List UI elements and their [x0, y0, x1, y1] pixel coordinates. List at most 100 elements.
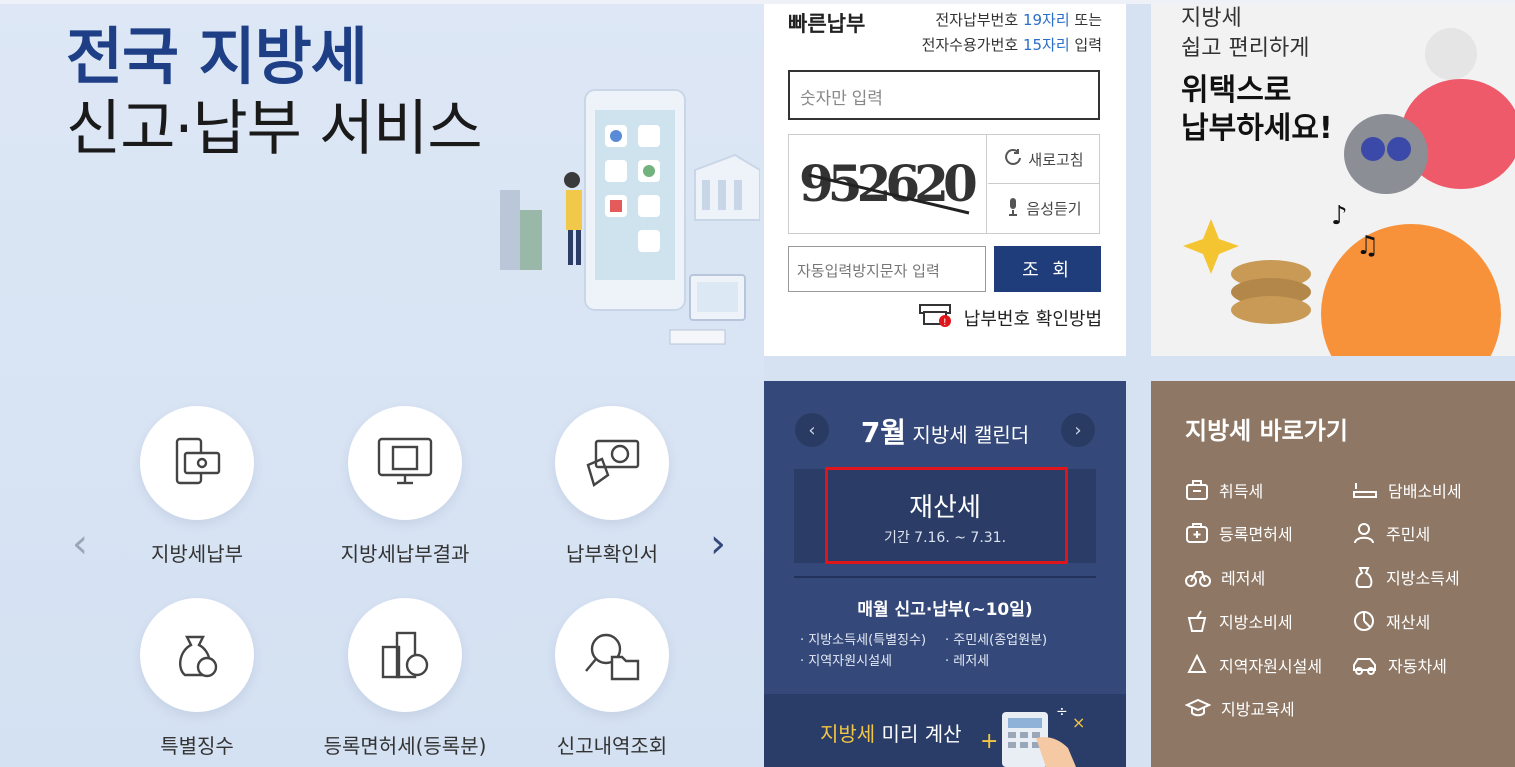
- calculator-highlight: 지방세: [820, 722, 876, 746]
- shortcut-label: 지역자원시설세: [1219, 657, 1323, 676]
- payment-number-input[interactable]: 숫자만 입력: [788, 70, 1100, 120]
- highlight-calendar-event: [825, 467, 1068, 564]
- monthly-tax-list: · 지방소득세(특별징수) · 주민세(종업원분) · 지역자원시설세 · 레저…: [800, 629, 1100, 669]
- svg-text:♪: ♪: [1331, 201, 1348, 231]
- hint-highlight: 15자리: [1022, 36, 1070, 54]
- refresh-icon: [1004, 148, 1022, 170]
- shortcut-label: 담배소비세: [1388, 482, 1462, 501]
- service-label: 지방세납부: [151, 542, 243, 566]
- svg-text:÷: ÷: [1056, 704, 1068, 720]
- shortcut-acquisition-tax[interactable]: 취득세: [1185, 478, 1263, 502]
- audio-label: 음성듣기: [1026, 200, 1082, 218]
- shortcut-label: 주민세: [1386, 525, 1431, 544]
- list-item-text: 지방소득세(특별징수): [808, 633, 927, 648]
- shortcut-vehicle-tax[interactable]: 자동차세: [1352, 653, 1447, 677]
- captcha-refresh-button[interactable]: 새로고침: [988, 135, 1100, 184]
- hero-illustration: [500, 89, 760, 345]
- service-special-collection[interactable]: 특별징수: [97, 598, 297, 759]
- refresh-label: 새로고침: [1028, 150, 1084, 169]
- calculator-label: 지방세 미리 계산: [820, 718, 962, 747]
- service-label: 등록면허세(등록분): [323, 734, 487, 758]
- shortcut-local-education-tax[interactable]: 지방교육세: [1185, 696, 1295, 720]
- money-bag-won-icon: [140, 598, 254, 712]
- calculator-text: 미리 계산: [875, 722, 962, 746]
- captcha-image: 952620: [789, 135, 987, 233]
- shortcut-leisure-tax[interactable]: 레저세: [1185, 565, 1265, 589]
- hint-text: 전자수용가번호: [921, 36, 1023, 54]
- service-label: 지방세납부결과: [340, 542, 470, 566]
- service-local-tax-payment[interactable]: 지방세납부: [97, 406, 297, 567]
- shortcuts-title: 지방세 바로가기: [1185, 417, 1348, 445]
- calendar-title: 지방세 캘린더: [906, 423, 1030, 447]
- car-icon: [1353, 658, 1376, 675]
- quick-pay-hint: 전자납부번호 19자리 또는 전자수용가번호 15자리 입력: [922, 8, 1102, 58]
- hero-subtitle: 신고·납부 서비스: [66, 94, 483, 164]
- calendar-month: 7월: [860, 416, 907, 449]
- service-report-history[interactable]: 신고내역조회: [512, 598, 712, 759]
- shortcut-label: 지방교육세: [1221, 700, 1295, 719]
- monthly-deadline-title: 매월 신고·납부(~10일): [857, 600, 1033, 620]
- service-payment-certificate[interactable]: 납부확인서: [512, 406, 712, 567]
- captcha-text: 952620: [799, 154, 976, 213]
- calendar-heading: 7월 지방세 캘린더: [764, 411, 1126, 451]
- list-item-text: 지역자원시설세: [808, 654, 892, 669]
- mascot-illustration: ♪ ♫: [1183, 28, 1515, 356]
- tax-calculator-banner[interactable]: 지방세 미리 계산 + ÷ ×: [764, 694, 1126, 767]
- calendar-divider: [794, 576, 1096, 578]
- pie-chart-icon: [1354, 611, 1374, 631]
- hint-highlight: 19자리: [1022, 11, 1070, 29]
- svg-text:♫: ♫: [1356, 231, 1379, 261]
- receipt-alert-icon: !: [918, 302, 954, 333]
- shortcut-tobacco-tax[interactable]: 담배소비세: [1352, 478, 1462, 502]
- svg-text:+: +: [980, 729, 998, 754]
- shortcut-resident-tax[interactable]: 주민세: [1352, 521, 1430, 545]
- calculator-icon: + ÷ ×: [980, 704, 1085, 767]
- drink-cup-icon: [1187, 610, 1207, 632]
- building-won-icon: [348, 598, 462, 712]
- payment-number-guide-link[interactable]: ! 납부번호 확인방법: [918, 302, 1102, 333]
- service-label: 신고내역조회: [556, 734, 668, 758]
- tax-calendar-panel: ‹ › 7월 지방세 캘린더 재산세 기간 7.16. ~ 7.31. 매월 신…: [764, 381, 1126, 767]
- captcha-input[interactable]: 자동입력방지문자 입력: [788, 246, 986, 292]
- shortcut-label: 지방소비세: [1219, 613, 1293, 632]
- hint-text: 전자납부번호: [935, 11, 1023, 29]
- hint-text: 또는: [1069, 11, 1102, 29]
- svg-text:!: !: [943, 318, 947, 328]
- shortcut-property-tax[interactable]: 재산세: [1352, 609, 1430, 633]
- service-label: 특별징수: [160, 734, 234, 758]
- captcha-audio-button[interactable]: 음성듣기: [988, 184, 1100, 233]
- hint-text: 입력: [1069, 36, 1102, 54]
- list-item: · 지역자원시설세: [800, 654, 892, 669]
- briefcase-icon: [1186, 480, 1208, 500]
- medical-kit-icon: [1186, 523, 1208, 543]
- tax-shortcuts-panel: 지방세 바로가기 취득세 담배소비세 등록면허세 주민세 레저세 지방소득세 지…: [1151, 381, 1515, 767]
- microphone-icon: [1006, 197, 1020, 221]
- graduation-cap-icon: [1185, 698, 1211, 717]
- shortcut-label: 레저세: [1221, 569, 1266, 588]
- shortcut-label: 재산세: [1386, 613, 1431, 632]
- list-item: · 레저세: [945, 654, 990, 669]
- magnifier-folder-icon: [555, 598, 669, 712]
- list-item-text: 주민세(종업원분): [953, 633, 1048, 648]
- howto-label: 납부번호 확인방법: [963, 308, 1102, 330]
- service-payment-result[interactable]: 지방세납부결과: [305, 406, 505, 567]
- money-bag-icon: [1355, 567, 1373, 588]
- list-item: · 주민세(종업원분): [945, 633, 1048, 648]
- services-prev-arrow[interactable]: ‹: [72, 524, 88, 564]
- shortcut-label: 취득세: [1219, 482, 1264, 501]
- svg-text:×: ×: [1072, 713, 1085, 732]
- wetax-promo-banner[interactable]: 지방세 쉽고 편리하게 위택스로 납부하세요! ♪ ♫: [1151, 4, 1515, 356]
- shortcut-label: 등록면허세: [1219, 525, 1293, 544]
- shortcut-regional-resource-tax[interactable]: 지역자원시설세: [1185, 653, 1322, 677]
- receipt-won-icon: [555, 406, 669, 520]
- shortcut-local-consumption-tax[interactable]: 지방소비세: [1185, 609, 1293, 633]
- quick-pay-panel: 빠른납부 전자납부번호 19자리 또는 전자수용가번호 15자리 입력 숫자만 …: [764, 4, 1126, 356]
- bicycle-icon: [1185, 571, 1211, 587]
- search-button[interactable]: 조 회: [994, 246, 1101, 292]
- shortcut-registration-license-tax[interactable]: 등록면허세: [1185, 521, 1293, 545]
- services-next-arrow[interactable]: ›: [710, 524, 726, 564]
- list-item: · 지방소득세(특별징수): [800, 633, 927, 648]
- shortcut-local-income-tax[interactable]: 지방소득세: [1352, 565, 1460, 589]
- quick-pay-title: 빠른납부: [788, 12, 866, 36]
- service-registration-license-tax[interactable]: 등록면허세(등록분): [305, 598, 505, 759]
